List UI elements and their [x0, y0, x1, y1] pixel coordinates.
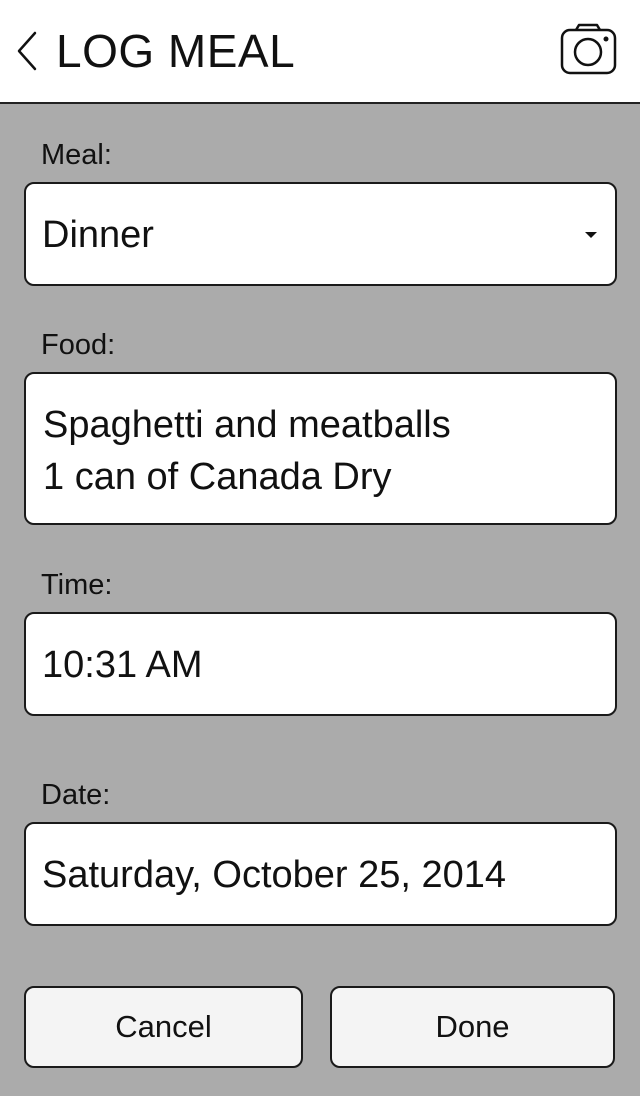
food-label: Food:: [41, 329, 116, 361]
meal-label: Meal:: [41, 139, 112, 171]
time-value: 10:31 AM: [42, 644, 203, 686]
chevron-left-icon: [17, 31, 37, 71]
camera-button[interactable]: [556, 22, 620, 78]
date-value: Saturday, October 25, 2014: [42, 854, 507, 896]
back-button[interactable]: [10, 24, 44, 78]
time-field[interactable]: 10:31 AM: [24, 612, 617, 716]
cancel-button[interactable]: Cancel: [24, 986, 303, 1068]
food-line: Spaghetti and meatballs: [43, 404, 451, 446]
camera-icon: [560, 23, 617, 75]
chevron-down-icon: [585, 232, 597, 238]
time-label: Time:: [41, 569, 113, 601]
date-field[interactable]: Saturday, October 25, 2014: [24, 822, 617, 926]
food-textarea[interactable]: Spaghetti and meatballs 1 can of Canada …: [24, 372, 617, 525]
app-header: LOG MEAL: [0, 0, 640, 104]
date-label: Date:: [41, 779, 111, 811]
meal-value: Dinner: [42, 214, 154, 256]
page-title: LOG MEAL: [56, 25, 296, 77]
meal-select[interactable]: Dinner: [24, 182, 617, 286]
done-button[interactable]: Done: [330, 986, 615, 1068]
food-line: 1 can of Canada Dry: [43, 456, 392, 498]
